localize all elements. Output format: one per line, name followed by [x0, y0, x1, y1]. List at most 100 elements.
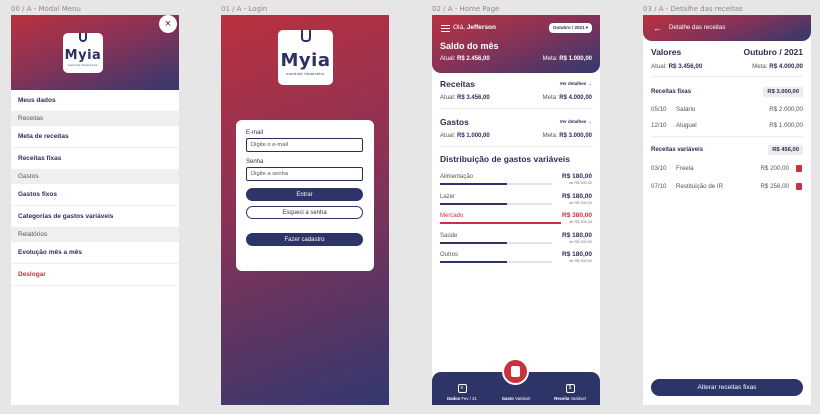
values-month: Outubro / 2021: [743, 47, 803, 57]
trash-icon[interactable]: [796, 165, 802, 172]
tab-gasto-rest: Variável: [513, 396, 531, 401]
menu-item-evolucao[interactable]: Evolução mês a mês: [11, 242, 179, 264]
income-detail-screen: ← Detalhe das receitas Valores Outubro /…: [643, 15, 811, 405]
category-bar: [440, 261, 552, 263]
income-actual-label: Atual:: [440, 95, 456, 101]
category-value: R$ 180,00: [562, 251, 592, 258]
divider: [651, 76, 803, 77]
menu-item-receitas-fixas[interactable]: Receitas fixas: [11, 148, 179, 170]
balance-actual: Atual: R$ 2.456,00: [440, 56, 490, 62]
values-row: Valores Outubro / 2021: [651, 47, 803, 57]
category-name: Lazer: [440, 193, 456, 200]
frame-label-home: 02 / A - Home Page: [432, 5, 500, 13]
income-goal: Meta: R$ 4.000,00: [543, 95, 592, 101]
money-icon: $: [565, 384, 575, 393]
back-arrow-icon[interactable]: ←: [653, 23, 662, 33]
detail-title: Detalhe das receitas: [669, 24, 726, 31]
enter-button[interactable]: Entrar: [246, 188, 363, 201]
category-name: Outros: [440, 252, 459, 258]
menu-section-gastos: Gastos: [11, 170, 179, 184]
distribution-title: Distribuição de gastos variáveis: [440, 154, 570, 164]
item-value: R$ 2.000,00: [769, 106, 803, 113]
income-details-link[interactable]: Ver detalhes →: [560, 81, 592, 86]
category-bar: [440, 241, 552, 244]
email-field[interactable]: Digite o e-mail: [246, 138, 363, 152]
category-value: R$ 180,00: [562, 231, 592, 239]
income-values: Atual: R$ 3.456,00 Meta: R$ 4.000,00: [440, 95, 592, 101]
variable-income-total: R$ 456,00: [768, 145, 803, 155]
category-row-lazer[interactable]: Lazer R$ 180,00 de R$ 300,00: [440, 192, 592, 212]
logo-tagline: controle financeiro: [286, 71, 325, 76]
tab-receita-variavel[interactable]: $ Receita Variável: [550, 384, 590, 401]
detail-actual: Atual: R$ 3.456,00: [651, 63, 702, 70]
expense-details-link[interactable]: Ver detalhes →: [560, 119, 592, 124]
tab-dados-bold: Dados: [447, 396, 461, 401]
logo-notch: [79, 33, 87, 42]
category-bar: [440, 202, 552, 205]
myia-logo: Myia controle financeiro: [63, 33, 103, 73]
menu-item-meta-receitas[interactable]: Meta de receitas: [11, 126, 179, 148]
password-field[interactable]: Digite a senha: [246, 167, 363, 181]
tab-dados[interactable]: ≡ Dados Fev / 21: [442, 384, 482, 401]
item-name: Freela: [676, 165, 694, 172]
balance-goal: Meta: R$ 1.000,00: [543, 56, 592, 62]
balance-title: Saldo do mês: [440, 41, 499, 51]
divider: [440, 146, 592, 147]
menu-item-deslogar[interactable]: Deslogar: [11, 264, 179, 286]
logo-word: Myia: [280, 50, 331, 71]
category-row-alimentacao[interactable]: Alimentação R$ 180,00 de R$ 300,00: [440, 172, 592, 192]
fixed-income-title: Receitas fixas: [651, 89, 692, 95]
trash-icon[interactable]: [796, 183, 802, 190]
detail-goal: Meta: R$ 4.000,00: [752, 63, 803, 70]
forgot-password-button[interactable]: Esqueci a senha: [246, 206, 363, 219]
expense-goal: Meta: R$ 3.000,00: [543, 133, 592, 139]
category-name: Alimentação: [440, 174, 474, 180]
sliders-icon: ≡: [457, 384, 467, 393]
expense-values: Atual: R$ 1.000,00 Meta: R$ 3.000,00: [440, 133, 592, 139]
greeting-prefix: Olá,: [453, 24, 465, 31]
password-label: Senha: [246, 159, 264, 165]
menu-item-categorias[interactable]: Categorias de gastos variáveis: [11, 206, 179, 228]
home-screen: Olá, Jefferson Outubro / 2021 ▾ Saldo do…: [432, 15, 600, 405]
greeting-name: Jefferson: [466, 24, 496, 31]
income-goal-value: R$ 4.000,00: [559, 95, 592, 101]
category-limit: de R$ 300,00: [569, 181, 592, 185]
email-label: E-mail: [246, 130, 264, 136]
category-row-outros[interactable]: Outros R$ 180,00 de R$ 300,00: [440, 250, 592, 270]
menu-item-meus-dados[interactable]: Meus dados: [11, 90, 179, 112]
income-section: Receitas Ver detalhes → Atual: R$ 3.456,…: [440, 79, 592, 109]
divider: [651, 136, 803, 137]
tab-gasto-variavel[interactable]: Gasto Variável: [496, 396, 536, 401]
item-date: 07/10: [651, 183, 667, 190]
balance-goal-label: Meta:: [542, 56, 558, 62]
greeting: Olá, Jefferson: [453, 24, 496, 31]
menu-item-gastos-fixos[interactable]: Gastos fixos: [11, 184, 179, 206]
item-name: Restituição de IR: [676, 183, 724, 190]
expense-actual-value: R$ 1.000,00: [457, 133, 490, 139]
category-limit: de R$ 300,00: [569, 259, 592, 263]
category-bar-fill: [440, 202, 508, 205]
item-name: Salário: [676, 106, 696, 113]
edit-fixed-income-button[interactable]: Alterar receitas fixas: [651, 379, 803, 396]
expense-actual-label: Atual:: [440, 133, 456, 139]
close-menu-button[interactable]: ×: [159, 15, 177, 33]
hamburger-menu-icon[interactable]: [441, 25, 450, 32]
values-label: Valores: [651, 47, 682, 57]
item-value: R$ 1.000,00: [769, 122, 803, 129]
variable-income-title: Receitas variáveis: [651, 147, 704, 153]
income-goal-label: Meta:: [542, 95, 558, 101]
tab-dados-rest: Fev / 21: [460, 396, 477, 401]
expense-goal-value: R$ 3.000,00: [559, 133, 592, 139]
register-button[interactable]: Fazer cadastro: [246, 233, 363, 246]
category-row-saude[interactable]: Saúde R$ 180,00 de R$ 300,00: [440, 231, 592, 251]
category-row-mercado[interactable]: Mercado R$ 380,00 de R$ 300,00: [440, 211, 592, 231]
category-bar: [440, 183, 552, 185]
item-value: R$ 256,00: [760, 183, 789, 190]
item-name: Aluguel: [676, 122, 697, 129]
myia-logo: Myia controle financeiro: [278, 30, 333, 85]
distribution-section: Distribuição de gastos variáveis Aliment…: [440, 154, 592, 270]
month-selector[interactable]: Outubro / 2021 ▾: [548, 23, 592, 33]
balance-actual-label: Atual:: [440, 56, 456, 62]
category-bar: [440, 222, 561, 224]
add-expense-fab[interactable]: [502, 358, 529, 385]
